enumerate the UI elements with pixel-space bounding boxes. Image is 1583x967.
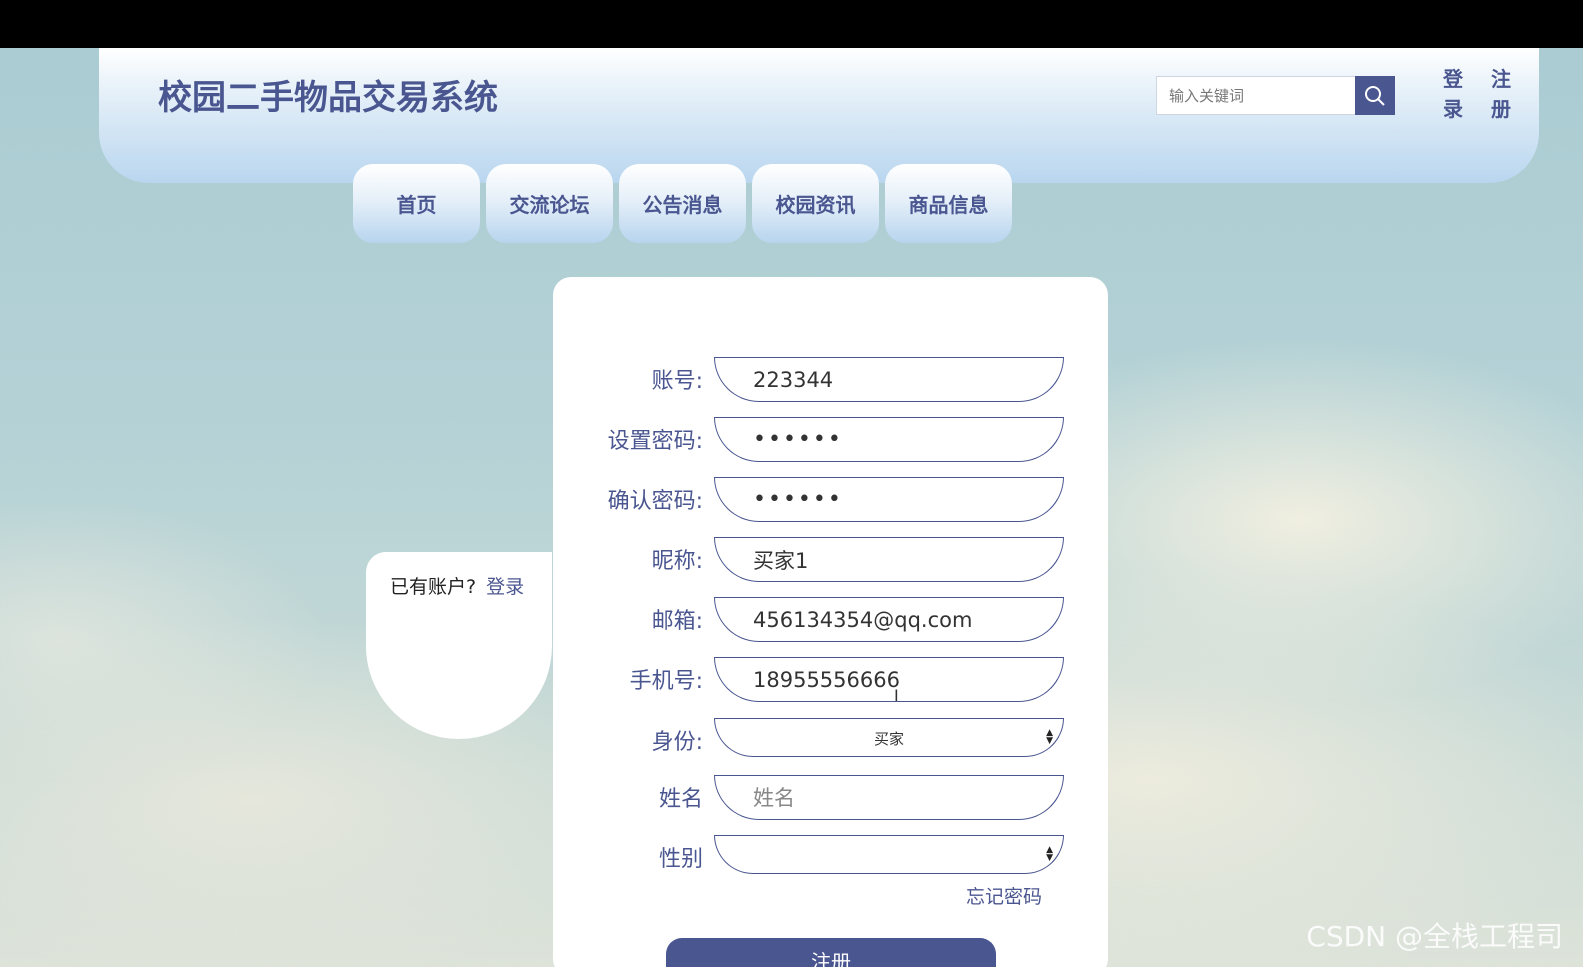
nav-item-campus-news[interactable]: 校园资讯 [752,164,879,243]
name-input[interactable] [714,775,1064,820]
auth-links: 登录 注册 [1442,64,1512,124]
nav-item-products[interactable]: 商品信息 [885,164,1012,243]
has-account-text: 已有账户? [390,576,477,598]
select-arrows-icon: ▲ ▼ [1046,845,1053,863]
register-link[interactable]: 注册 [1490,64,1512,124]
login-prompt-card: 已有账户? 登录 [366,552,552,739]
phone-label: 手机号: [629,669,703,694]
nickname-input[interactable] [714,537,1064,582]
email-row: 邮箱: [553,597,1108,643]
site-title: 校园二手物品交易系统 [158,78,498,118]
name-row: 姓名 [553,775,1108,821]
name-label: 姓名 [658,787,703,812]
account-row: 账号: [553,357,1108,403]
watermark: CSDN @全栈工程司 [1306,920,1563,953]
identity-label: 身份: [651,730,703,755]
gender-label: 性别 [658,847,703,872]
login-prompt: 已有账户? 登录 [390,572,524,599]
register-button[interactable]: 注册 [666,938,996,967]
nickname-label: 昵称: [651,549,703,574]
account-label: 账号: [651,369,703,394]
nav-item-announcements[interactable]: 公告消息 [619,164,746,243]
password-input[interactable] [714,417,1064,462]
login-link[interactable]: 登录 [1442,64,1464,124]
identity-row: 身份: 买家 ▲ ▼ [553,718,1108,764]
confirm-password-input[interactable] [714,477,1064,522]
browser-top-bar [0,0,1583,48]
main-nav: 首页 交流论坛 公告消息 校园资讯 商品信息 [353,164,1012,243]
account-input[interactable] [714,357,1064,402]
gender-row: 性别 ▲ ▼ [553,835,1108,881]
nav-item-home[interactable]: 首页 [353,164,480,243]
nickname-row: 昵称: [553,537,1108,583]
password-row: 设置密码: [553,417,1108,463]
password-label: 设置密码: [607,429,703,454]
text-cursor-icon: Ⅰ [894,686,899,705]
phone-row: 手机号: [553,657,1108,703]
confirm-password-label: 确认密码: [607,489,703,514]
search-icon [1365,85,1385,106]
nav-item-forum[interactable]: 交流论坛 [486,164,613,243]
phone-input[interactable] [714,657,1064,702]
search-button[interactable] [1355,76,1395,115]
email-label: 邮箱: [651,609,703,634]
forgot-password-link[interactable]: 忘记密码 [966,882,1042,909]
confirm-password-row: 确认密码: [553,477,1108,523]
identity-value: 买家 [873,730,904,748]
side-login-link[interactable]: 登录 [486,576,524,598]
select-arrows-icon: ▲ ▼ [1046,728,1053,746]
identity-select[interactable]: 买家 ▲ ▼ [714,718,1064,757]
email-input[interactable] [714,597,1064,642]
register-form: 账号: 设置密码: 确认密码: 昵称: 邮箱: 手机号: 身份: 买家 ▲▼ 姓… [553,277,1108,967]
search-input[interactable] [1156,76,1356,115]
gender-select[interactable]: ▲ ▼ [714,835,1064,874]
site-header: 校园二手物品交易系统 登录 注册 [99,48,1539,183]
